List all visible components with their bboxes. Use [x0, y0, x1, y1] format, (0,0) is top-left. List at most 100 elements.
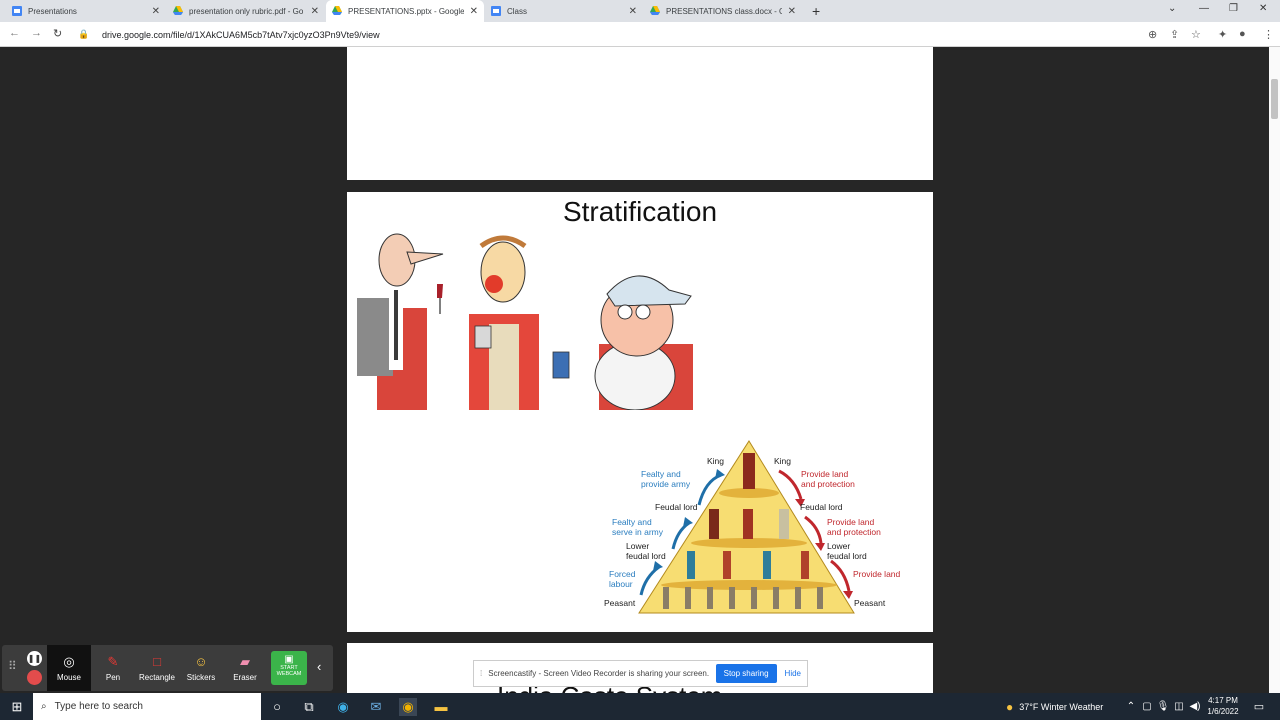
pyramid-label: feudal lord: [626, 551, 666, 561]
tab-search-icon[interactable]: ⌄: [1168, 3, 1176, 14]
search-icon: ⌕: [41, 701, 47, 712]
pyramid-label: and protection: [801, 479, 855, 489]
restore-icon[interactable]: ❐: [1229, 3, 1238, 14]
pyramid-label: and protection: [827, 527, 881, 537]
url-text: drive.google.com/file/d/1XAkCUA6M5cb7tAt…: [102, 29, 380, 40]
screen-share-notice: ⁞ Screencastify - Screen Video Recorder …: [473, 660, 808, 687]
profile-icon[interactable]: ●: [1239, 28, 1246, 40]
pyramid-label: provide army: [641, 479, 691, 489]
close-icon[interactable]: ✕: [311, 6, 319, 17]
taskbar-search[interactable]: ⌕ Type here to search: [33, 693, 261, 720]
tool-eraser[interactable]: ▰ Eraser: [223, 645, 267, 691]
back-icon[interactable]: ←: [9, 27, 20, 39]
pyramid-label: King: [774, 456, 792, 466]
stop-sharing-button[interactable]: Stop sharing: [715, 664, 777, 683]
tab-presentations[interactable]: Presentations ✕: [6, 0, 166, 22]
share-icon[interactable]: ⇪: [1170, 28, 1179, 41]
pyramid-label: Provide land: [853, 569, 901, 579]
tab-title: Presentations: [28, 6, 77, 16]
share-message: Screencastify - Screen Video Recorder is…: [488, 669, 710, 678]
feudal-pyramid-diagram: King King Fealty and provide army Provid…: [599, 437, 909, 617]
extensions-icon[interactable]: ✦: [1218, 28, 1227, 41]
close-icon[interactable]: ✕: [152, 6, 160, 17]
tool-mouse[interactable]: ◎ Mouse: [47, 645, 91, 691]
close-icon[interactable]: ✕: [470, 6, 478, 17]
pyramid-label: Fealty and: [612, 517, 652, 527]
close-window-icon[interactable]: ✕: [1259, 3, 1267, 14]
collapse-icon[interactable]: ‹: [317, 659, 321, 674]
cartoon-illustration: [357, 233, 693, 410]
mail-icon[interactable]: ✉: [367, 698, 385, 716]
reload-icon[interactable]: ↻: [53, 27, 62, 40]
tab-rubric[interactable]: presentation only rubric.pdf - Go ✕: [167, 0, 325, 22]
pyramid-label: Fealty and: [641, 469, 681, 479]
pyramid-label: Forced: [609, 569, 636, 579]
lock-icon: 🔒: [78, 29, 90, 39]
pyramid-label: Provide land: [801, 469, 849, 479]
tab-title: presentation only rubric.pdf - Go: [189, 6, 304, 16]
pyramid-label: Lower: [626, 541, 650, 551]
tool-pen[interactable]: ✎ Pen: [91, 645, 135, 691]
scrollbar-thumb[interactable]: [1271, 79, 1278, 119]
url-field[interactable]: 🔒 drive.google.com/file/d/1XAkCUA6M5cb7t…: [70, 25, 1140, 44]
middle-man-figure: [469, 235, 539, 410]
pyramid-label: labour: [609, 579, 633, 589]
pyramid-label: Feudal lord: [800, 502, 843, 512]
pyramid-label: feudal lord: [827, 551, 867, 561]
weather-widget[interactable]: ● 37°F Winter Weather: [1006, 693, 1103, 720]
slide-previous: [347, 47, 933, 180]
close-icon[interactable]: ✕: [629, 6, 637, 17]
tool-label: Mouse: [56, 673, 81, 682]
zoom-icon[interactable]: ⊕: [1148, 28, 1157, 41]
eraser-icon: ▰: [240, 654, 250, 669]
task-view-icon[interactable]: ⧉: [300, 698, 318, 716]
tool-label: Rectangle: [138, 673, 176, 682]
clock-date: 1/6/2022: [1207, 707, 1239, 716]
tab-title: PRESENTATIONS.pptx - Google D: [348, 6, 464, 16]
close-icon[interactable]: ✕: [788, 6, 796, 17]
drive-icon: [332, 6, 342, 15]
tool-stickers[interactable]: ☺ Stickers: [179, 645, 223, 691]
start-webcam-button[interactable]: ▣ START WEBCAM: [271, 651, 307, 685]
windows-start-icon[interactable]: ⊞: [8, 698, 26, 716]
forward-icon[interactable]: →: [31, 27, 42, 39]
edge-icon[interactable]: ◉: [334, 698, 352, 716]
clock[interactable]: 4:17 PM 1/6/2022: [1205, 695, 1241, 717]
slides-icon: [12, 6, 22, 16]
tab-title: Class: [507, 6, 528, 16]
minimize-icon[interactable]: —: [1199, 3, 1209, 14]
bookmark-star-icon[interactable]: ☆: [1191, 28, 1201, 41]
tab-presentations-pptx[interactable]: PRESENTATIONS.pptx - Google D ✕: [326, 0, 484, 22]
volume-icon[interactable]: ◀): [1186, 698, 1204, 716]
new-tab-icon[interactable]: +: [812, 3, 820, 19]
address-bar: ← → ↻ 🔒 drive.google.com/file/d/1XAkCUA6…: [0, 22, 1280, 47]
pause-icon[interactable]: ❚❚: [27, 651, 42, 666]
working-man-figure: [552, 275, 693, 410]
cursor-icon: ◎: [63, 654, 75, 669]
vertical-scrollbar[interactable]: [1269, 47, 1280, 693]
stop-record-icon[interactable]: [27, 670, 42, 685]
weather-icon: ●: [1006, 699, 1014, 714]
cortana-icon[interactable]: ○: [268, 698, 286, 716]
tab-class-docx[interactable]: PRESENTATIONS class.docx - Go ✕: [644, 0, 802, 22]
chrome-icon[interactable]: ◉: [399, 698, 417, 716]
pyramid-label: Peasant: [854, 598, 886, 608]
drag-handle-icon[interactable]: ⁞: [480, 669, 482, 678]
tool-rectangle[interactable]: □ Rectangle: [135, 645, 179, 691]
hide-button[interactable]: Hide: [785, 669, 801, 678]
file-explorer-icon[interactable]: ▬: [432, 698, 450, 716]
drive-icon: [650, 6, 660, 15]
slide-title: Stratification: [562, 196, 718, 227]
tab-class[interactable]: Class ✕: [485, 0, 643, 22]
sticker-icon: ☺: [194, 654, 208, 669]
menu-icon[interactable]: ⋮: [1263, 28, 1274, 41]
pyramid-label: Lower: [827, 541, 851, 551]
webcam-icon: ▣: [284, 654, 294, 665]
slide-stratification: Stratification King King Fealty and prov…: [347, 192, 933, 632]
webcam-label-2: WEBCAM: [276, 671, 302, 677]
notifications-icon[interactable]: ▭: [1250, 698, 1268, 716]
rich-man-figure: [357, 233, 444, 410]
pyramid-label: Peasant: [604, 598, 636, 608]
drag-handle-icon[interactable]: ⠿: [8, 659, 17, 673]
pyramid-label: Provide land: [827, 517, 875, 527]
